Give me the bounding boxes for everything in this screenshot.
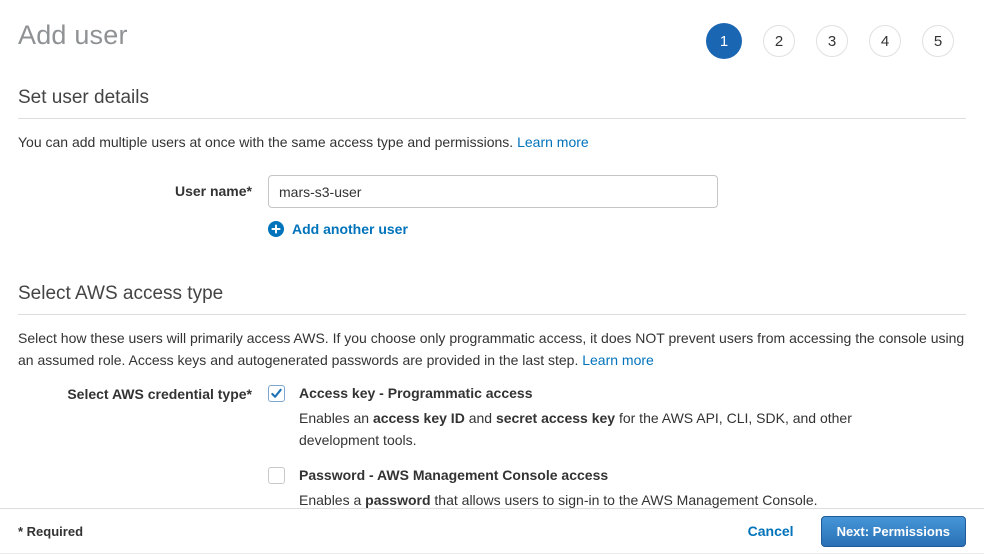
- step-1: 1: [706, 23, 742, 59]
- access-type-section: Select AWS access type Select how these …: [18, 283, 966, 511]
- username-input[interactable]: [268, 175, 718, 208]
- set-user-details-section: Set user details You can add multiple us…: [18, 87, 966, 237]
- desc-text: Enables a: [299, 492, 365, 508]
- desc-text: that allows users to sign-in to the AWS …: [431, 492, 818, 508]
- step-4: 4: [869, 25, 901, 57]
- add-another-user-label: Add another user: [292, 221, 408, 237]
- desc-text: and: [465, 410, 496, 426]
- step-indicator: 1 2 3 4 5: [706, 20, 966, 59]
- set-user-details-heading: Set user details: [18, 87, 966, 119]
- step-3: 3: [816, 25, 848, 57]
- access-type-heading: Select AWS access type: [18, 283, 966, 315]
- credential-type-row: Select AWS credential type* Access key -…: [18, 385, 966, 511]
- access-type-intro-text: Select how these users will primarily ac…: [18, 330, 964, 368]
- add-user-wizard: Add user 1 2 3 4 5 Set user details You …: [0, 0, 984, 556]
- next-permissions-button[interactable]: Next: Permissions: [821, 516, 966, 547]
- access-type-intro: Select how these users will primarily ac…: [18, 327, 966, 371]
- desc-text: Enables an: [299, 410, 373, 426]
- add-another-user-link[interactable]: Add another user: [268, 221, 408, 237]
- checkmark-icon: [270, 387, 283, 400]
- page-title: Add user: [18, 20, 128, 51]
- wizard-header: Add user 1 2 3 4 5: [18, 0, 966, 59]
- add-another-user-spacer: [18, 221, 268, 237]
- access-key-option-title[interactable]: Access key - Programmatic access: [299, 385, 859, 402]
- desc-text-bold: secret access key: [496, 410, 615, 426]
- user-details-intro-text: You can add multiple users at once with …: [18, 134, 513, 150]
- access-type-learn-more-link[interactable]: Learn more: [582, 352, 654, 368]
- password-option: Password - AWS Management Console access…: [268, 467, 859, 511]
- user-details-intro: You can add multiple users at once with …: [18, 131, 966, 153]
- wizard-footer: * Required Cancel Next: Permissions: [0, 508, 984, 554]
- desc-text-bold: password: [365, 492, 430, 508]
- cancel-link[interactable]: Cancel: [748, 523, 794, 539]
- access-key-option-desc: Enables an access key ID and secret acce…: [299, 407, 859, 451]
- access-key-checkbox[interactable]: [268, 385, 285, 402]
- required-note: * Required: [18, 524, 83, 539]
- username-row: User name*: [18, 175, 966, 208]
- user-details-learn-more-link[interactable]: Learn more: [517, 134, 589, 150]
- credential-type-label: Select AWS credential type*: [18, 385, 268, 511]
- credential-options: Access key - Programmatic access Enables…: [268, 385, 859, 511]
- access-key-option: Access key - Programmatic access Enables…: [268, 385, 859, 451]
- step-5: 5: [922, 25, 954, 57]
- password-checkbox[interactable]: [268, 467, 285, 484]
- username-label: User name*: [18, 175, 268, 208]
- password-option-text: Password - AWS Management Console access…: [299, 467, 818, 511]
- add-another-user-row: Add another user: [18, 221, 966, 237]
- step-2: 2: [763, 25, 795, 57]
- password-option-title[interactable]: Password - AWS Management Console access: [299, 467, 818, 484]
- desc-text-bold: access key ID: [373, 410, 465, 426]
- plus-circle-icon: [268, 221, 284, 237]
- access-key-option-text: Access key - Programmatic access Enables…: [299, 385, 859, 451]
